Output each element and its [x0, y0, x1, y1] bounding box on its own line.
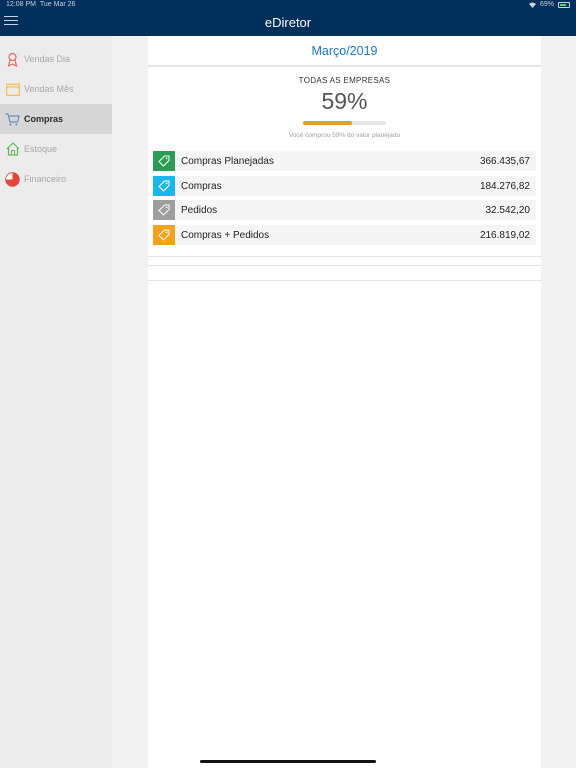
tag-icon: [153, 151, 175, 171]
row-label: Pedidos: [181, 204, 218, 216]
content-panel: [148, 36, 541, 768]
sidebar-item-compras[interactable]: Compras: [0, 104, 112, 134]
row-value: 216.819,02: [479, 229, 530, 241]
sidebar-item-label: Vendas Mês: [24, 84, 74, 94]
status-indicators: 69%: [528, 1, 570, 8]
calendar-icon: [5, 82, 20, 97]
sidebar-item-label: Compras: [24, 114, 64, 124]
sidebar-item-label: Estoque: [24, 144, 58, 154]
person-badge-icon: [5, 52, 20, 67]
app-title: eDiretor: [264, 15, 312, 30]
nav-bar: 12:08 PM Tue Mar 26 69% eDiretor: [0, 0, 576, 36]
tag-icon: [153, 200, 175, 220]
wifi-icon: [528, 2, 536, 8]
sidebar-item-label: Financeiro: [24, 174, 67, 184]
sidebar-item-vendas-dia[interactable]: Vendas Dia: [0, 44, 112, 74]
divider: [148, 265, 541, 266]
battery-percent: 69%: [539, 1, 554, 8]
list-item-pedidos[interactable]: Pedidos 32.542,20: [153, 200, 536, 220]
home-indicator: [200, 760, 376, 763]
summary-title: TODAS AS EMPRESAS: [298, 76, 391, 85]
row-value: 366.435,67: [479, 155, 530, 167]
row-label: Compras: [181, 180, 222, 192]
battery-icon: [558, 1, 570, 8]
row-label: Compras Planejadas: [181, 155, 274, 167]
tag-icon: [153, 176, 175, 196]
row-value: 184.276,82: [479, 180, 530, 192]
list-item-compras[interactable]: Compras 184.276,82: [153, 176, 536, 196]
pie-chart-icon: [5, 171, 20, 187]
cart-icon: [5, 112, 20, 127]
list-item-compras-pedidos[interactable]: Compras + Pedidos 216.819,02: [153, 225, 536, 245]
list-item-compras-planejadas[interactable]: Compras Planejadas 366.435,67: [153, 151, 536, 171]
progress-note: Você comprou 59% do valor planejado: [288, 132, 401, 139]
sidebar-item-label: Vendas Dia: [24, 54, 71, 64]
progress-fill: [303, 121, 352, 125]
divider: [148, 280, 541, 281]
percent-value: 59%: [321, 88, 368, 114]
house-icon: [5, 142, 20, 157]
row-label: Compras + Pedidos: [181, 229, 270, 241]
status-time: 12:08 PM Tue Mar 26: [6, 1, 76, 8]
month-selector[interactable]: Março/2019: [148, 36, 541, 67]
row-value: 32.542,20: [485, 204, 531, 216]
sidebar: Vendas Dia Vendas Mês Compras Estoque Fi…: [0, 36, 112, 768]
progress-bar: [303, 121, 386, 125]
sidebar-item-estoque[interactable]: Estoque: [0, 134, 112, 164]
sidebar-item-vendas-mes[interactable]: Vendas Mês: [0, 74, 112, 104]
sidebar-item-financeiro[interactable]: Financeiro: [0, 164, 112, 194]
divider: [148, 256, 541, 257]
tag-icon: [153, 225, 175, 245]
